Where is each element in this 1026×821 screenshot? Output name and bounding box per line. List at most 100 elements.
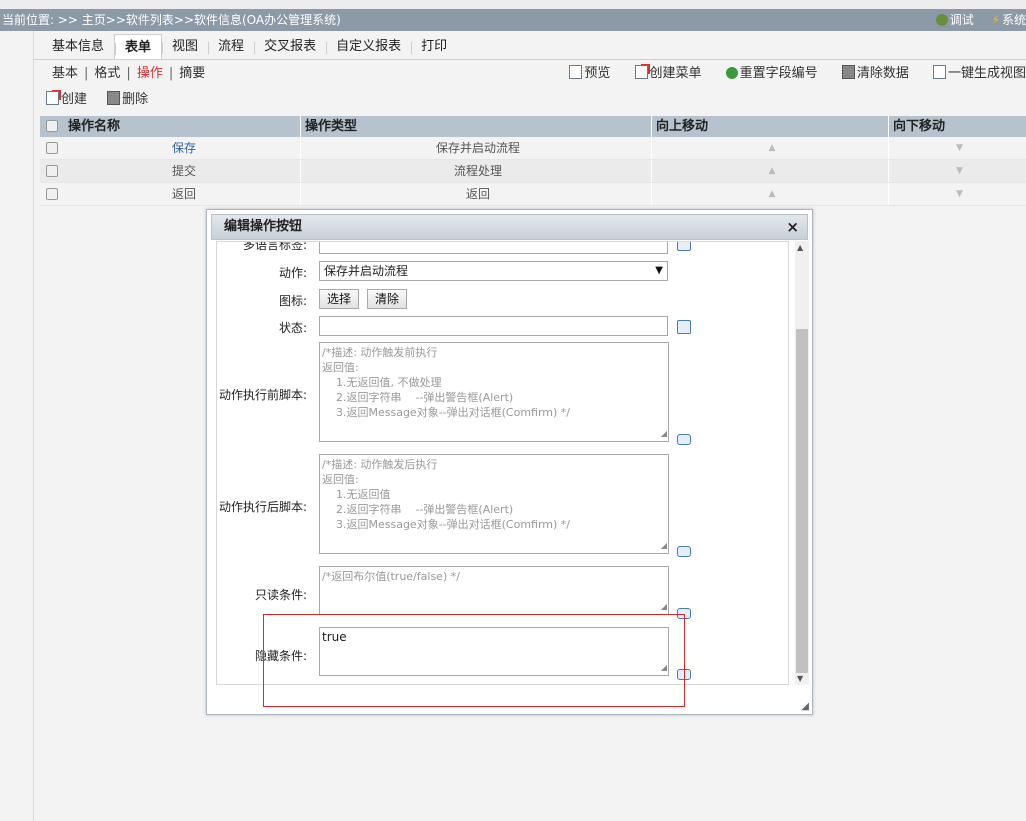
move-down-icon[interactable]: ▼ <box>888 183 1026 205</box>
dialog-titlebar[interactable]: 编辑操作按钮 × <box>211 214 808 240</box>
refresh-icon <box>725 67 738 79</box>
tab-print[interactable]: 打印 <box>411 34 457 60</box>
delete-button[interactable]: 删除 <box>107 91 149 107</box>
clear-data-button[interactable]: 清除数据 <box>841 64 909 84</box>
form-row-state: 状态: <box>217 316 788 338</box>
subtab-operations[interactable]: 操作 <box>137 66 163 81</box>
operation-name-link[interactable]: 保存 <box>64 137 300 159</box>
move-down-icon[interactable]: ▼ <box>888 160 1026 182</box>
create-menu-label: 创建菜单 <box>649 66 702 81</box>
edit-text-icon[interactable] <box>677 242 691 251</box>
tab-custom-report[interactable]: 自定义报表 <box>326 34 411 60</box>
close-icon[interactable]: × <box>786 215 799 239</box>
chevron-down-icon: ▼ <box>655 265 663 276</box>
scroll-down-icon[interactable]: ▼ <box>797 674 803 683</box>
top-strip <box>0 0 1026 9</box>
post-script-placeholder: /*描述: 动作触发后执行 返回值: 1.无返回值 2.返回字符串 --弹出警告… <box>322 458 571 531</box>
dialog-scrollbar[interactable]: ▲ ▼ <box>795 241 809 685</box>
tab-basic-info[interactable]: 基本信息 <box>42 34 114 60</box>
multilang-label: 多语言标签: <box>242 241 307 252</box>
create-label: 创建 <box>61 92 88 107</box>
form-row-readonly: 只读条件: /*返回布尔值(true/false) */ ◢ <box>217 566 788 619</box>
action-select[interactable]: 保存并启动流程 ▼ <box>319 261 668 281</box>
tab-flow[interactable]: 流程 <box>208 34 254 60</box>
dialog-title: 编辑操作按钮 <box>224 219 303 234</box>
pre-script-label: 动作执行前脚本: <box>218 388 307 402</box>
row-checkbox[interactable] <box>46 188 58 200</box>
bug-icon <box>935 14 948 26</box>
system-button[interactable]: ⚡ 系统 <box>992 13 1026 27</box>
operation-name-link[interactable]: 提交 <box>64 160 300 182</box>
scroll-up-icon[interactable]: ▲ <box>797 243 803 252</box>
multilang-input[interactable] <box>319 242 668 254</box>
edit-text-icon[interactable] <box>677 320 691 334</box>
post-script-textarea[interactable]: /*描述: 动作触发后执行 返回值: 1.无返回值 2.返回字符串 --弹出警告… <box>319 454 669 554</box>
dialog-resize-icon[interactable]: ◢ <box>801 701 809 712</box>
generate-view-button[interactable]: 一键生成视图 <box>932 64 1026 84</box>
move-up-icon[interactable]: ▲ <box>651 137 888 159</box>
reset-field-numbers-button[interactable]: 重置字段编号 <box>725 64 818 84</box>
new-document-icon <box>634 65 648 79</box>
breadcrumb: 当前位置: >> 主页>>软件列表>>软件信息(OA办公管理系统) <box>2 13 341 27</box>
header-operation-name[interactable]: 操作名称 <box>64 116 300 137</box>
preview-button[interactable]: 预览 <box>569 64 610 84</box>
readonly-textarea[interactable]: /*返回布尔值(true/false) */ ◢ <box>319 566 669 615</box>
preview-icon <box>569 65 583 79</box>
grid-actions: 创建 删除 <box>46 89 164 111</box>
lightning-icon: ⚡ <box>991 13 1000 27</box>
form-toolbar: 预览 创建菜单 重置字段编号 清除数据 一键生成视图 <box>549 64 1026 84</box>
delete-label: 删除 <box>122 92 149 107</box>
reset-field-numbers-label: 重置字段编号 <box>739 66 818 81</box>
scrollbar-thumb[interactable] <box>796 329 808 673</box>
trash-icon <box>841 65 855 79</box>
move-up-icon[interactable]: ▲ <box>651 183 888 205</box>
header-move-up[interactable]: 向上移动 <box>651 116 888 137</box>
clear-icon-button[interactable]: 清除 <box>367 289 408 309</box>
edit-icon <box>932 65 946 79</box>
resize-grip-icon[interactable]: ◢ <box>661 599 667 614</box>
code-editor-icon[interactable] <box>677 546 691 557</box>
pre-script-textarea[interactable]: /*描述: 动作触发前执行 返回值: 1.无返回值, 不做处理 2.返回字符串 … <box>319 342 669 442</box>
tab-cross-report[interactable]: 交叉报表 <box>254 34 326 60</box>
subtab-basic[interactable]: 基本 <box>52 66 78 81</box>
row-checkbox[interactable] <box>46 165 58 177</box>
row-checkbox[interactable] <box>46 142 58 154</box>
select-icon-button[interactable]: 选择 <box>319 289 360 309</box>
header-move-down[interactable]: 向下移动 <box>888 116 1026 137</box>
form-row-action: 动作: 保存并启动流程 ▼ <box>217 261 788 283</box>
preview-label: 预览 <box>584 66 611 81</box>
operation-name-link[interactable]: 返回 <box>64 183 300 205</box>
table-row[interactable]: 保存 保存并启动流程 ▲ ▼ <box>40 137 1026 160</box>
debug-button[interactable]: 调试 <box>935 13 974 27</box>
code-editor-icon[interactable] <box>677 434 691 445</box>
resize-grip-icon[interactable]: ◢ <box>661 426 667 441</box>
move-up-icon[interactable]: ▲ <box>651 160 888 182</box>
table-row[interactable]: 返回 返回 ▲ ▼ <box>40 183 1026 206</box>
tabs-divider <box>34 59 1026 60</box>
readonly-placeholder: /*返回布尔值(true/false) */ <box>322 570 460 583</box>
state-label: 状态: <box>278 321 307 335</box>
main-tabs: 基本信息 表单 视图 流程 交叉报表 自定义报表 打印 <box>42 34 457 60</box>
create-menu-button[interactable]: 创建菜单 <box>634 64 702 84</box>
subtab-format[interactable]: 格式 <box>94 66 120 81</box>
operation-type: 流程处理 <box>300 160 651 182</box>
subtab-summary[interactable]: 摘要 <box>179 66 205 81</box>
state-input[interactable] <box>319 316 668 336</box>
tab-form[interactable]: 表单 <box>114 34 163 60</box>
header-operation-type[interactable]: 操作类型 <box>300 116 651 137</box>
grid-header: 操作名称 操作类型 向上移动 向下移动 <box>40 116 1026 137</box>
form-row-multilang: 多语言标签: <box>217 241 788 254</box>
select-all-checkbox[interactable] <box>46 120 58 132</box>
operations-grid: 操作名称 操作类型 向上移动 向下移动 保存 保存并启动流程 ▲ ▼ 提交 流程… <box>40 116 1026 206</box>
debug-label: 调试 <box>949 13 974 27</box>
trash-icon <box>107 91 121 105</box>
move-down-icon[interactable]: ▼ <box>888 137 1026 159</box>
action-label: 动作: <box>278 266 307 280</box>
generate-view-label: 一键生成视图 <box>947 66 1026 81</box>
table-row[interactable]: 提交 流程处理 ▲ ▼ <box>40 160 1026 183</box>
left-strip <box>0 31 34 821</box>
create-button[interactable]: 创建 <box>46 91 88 107</box>
tab-view[interactable]: 视图 <box>162 34 208 60</box>
resize-grip-icon[interactable]: ◢ <box>661 538 667 553</box>
location-bar: 当前位置: >> 主页>>软件列表>>软件信息(OA办公管理系统) 调试 ⚡ 系统 <box>0 9 1026 31</box>
